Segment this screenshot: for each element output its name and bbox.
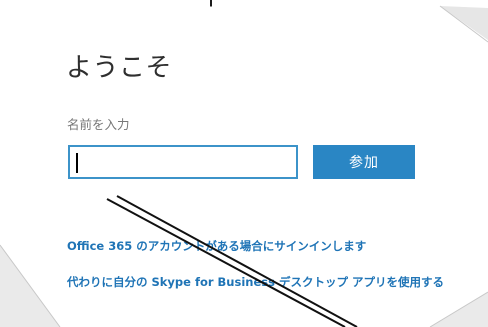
signin-link[interactable]: Office 365 のアカウントがある場合にサインインします: [67, 238, 366, 254]
desktop-app-link[interactable]: 代わりに自分の Skype for Business デスクトップ アプリを使用…: [67, 274, 444, 290]
text-cursor: [76, 153, 78, 173]
name-label: 名前を入力: [67, 117, 130, 132]
page-title: ようこそ: [66, 53, 173, 83]
join-button[interactable]: 参加: [313, 145, 415, 179]
name-input[interactable]: [68, 145, 298, 179]
